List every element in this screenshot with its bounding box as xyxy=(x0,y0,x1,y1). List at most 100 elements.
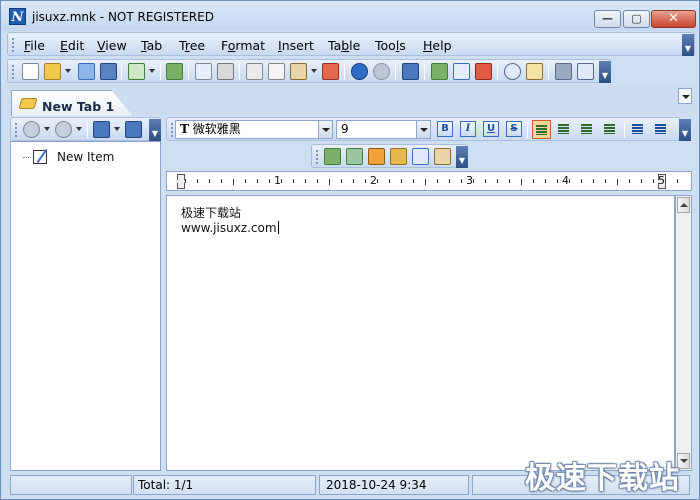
menu-file[interactable]: File xyxy=(24,38,45,53)
note-editor[interactable]: 极速下载站 www.jisuxz.com xyxy=(166,195,675,471)
maximize-button[interactable]: ▢ xyxy=(623,10,650,28)
align-right-icon xyxy=(581,124,592,134)
align-left-icon xyxy=(536,125,547,135)
properties-icon[interactable] xyxy=(577,63,594,80)
chevron-down-icon[interactable] xyxy=(318,121,332,138)
left-indent-marker[interactable] xyxy=(177,174,185,189)
print-preview-icon[interactable] xyxy=(195,63,212,80)
find-replace-icon[interactable] xyxy=(526,63,543,80)
tree-pane[interactable]: New Item xyxy=(10,141,161,471)
window-title: jisuxz.mnk - NOT REGISTERED xyxy=(32,10,214,24)
redo-icon[interactable] xyxy=(373,63,390,80)
new-file-icon[interactable] xyxy=(22,63,39,80)
app-icon: N xyxy=(9,8,26,25)
export-icon[interactable] xyxy=(128,63,145,80)
menu-tools[interactable]: Tools xyxy=(375,38,406,53)
italic-button[interactable]: I xyxy=(460,121,476,137)
menu-overflow-chevron[interactable]: ▼ xyxy=(682,34,694,56)
font-size-value: 9 xyxy=(341,122,349,136)
menu-table[interactable]: Table xyxy=(328,38,360,53)
undo-icon[interactable] xyxy=(351,63,368,80)
camera-icon[interactable] xyxy=(555,63,572,80)
close-button[interactable]: ✕ xyxy=(651,10,696,28)
insert-picture-icon[interactable] xyxy=(346,148,363,165)
insert-clipboard-icon[interactable] xyxy=(434,148,451,165)
forward-dropdown-icon[interactable] xyxy=(76,127,82,131)
scroll-up-button[interactable] xyxy=(677,197,690,213)
menu-edit[interactable]: Edit xyxy=(60,38,84,53)
font-size-select[interactable]: 9 xyxy=(336,120,431,139)
tree-toolbar-chevron[interactable]: ▼ xyxy=(149,119,161,141)
chevron-down-icon[interactable] xyxy=(416,121,430,138)
insert-toolbar-grip[interactable] xyxy=(316,150,318,164)
import-icon[interactable] xyxy=(166,63,183,80)
menu-insert[interactable]: Insert xyxy=(278,38,314,53)
tab-label: New Tab 1 xyxy=(42,99,115,114)
editor-scrollbar[interactable] xyxy=(675,195,692,471)
ruler-tick xyxy=(413,179,414,183)
print-icon[interactable] xyxy=(217,63,234,80)
menu-grip[interactable] xyxy=(12,38,14,52)
tree-toolbar-grip[interactable] xyxy=(15,123,17,137)
save-icon[interactable] xyxy=(100,63,117,80)
open-folder-icon[interactable] xyxy=(44,63,61,80)
bold-button[interactable]: B xyxy=(437,121,453,137)
open-dropdown-icon[interactable] xyxy=(65,69,71,73)
insert-list-icon[interactable] xyxy=(412,148,429,165)
ruler[interactable]: 1 2 3 4 5 xyxy=(166,171,692,191)
ruler-tick xyxy=(677,179,678,183)
insert-link-icon[interactable] xyxy=(324,148,341,165)
copy-icon[interactable] xyxy=(268,63,285,80)
back-icon[interactable] xyxy=(23,121,40,138)
tree-toolbar xyxy=(10,117,161,141)
ruler-number: 1 xyxy=(274,174,281,187)
menu-format[interactable]: Format xyxy=(221,38,265,53)
menu-tab[interactable]: Tab xyxy=(141,38,162,53)
toolbar-overflow-chevron[interactable]: ▼ xyxy=(599,61,611,83)
app-window: N jisuxz.mnk - NOT REGISTERED — ▢ ✕ File… xyxy=(0,0,700,500)
tab-new-tab-1[interactable]: New Tab 1 xyxy=(11,90,133,116)
delete-note-icon[interactable] xyxy=(475,63,492,80)
ruler-number: 4 xyxy=(562,174,569,187)
menu-view[interactable]: View xyxy=(97,38,127,53)
font-name-value: 微软雅黑 xyxy=(192,122,241,136)
back-dropdown-icon[interactable] xyxy=(44,127,50,131)
minimize-button[interactable]: — xyxy=(594,10,621,28)
search-icon[interactable] xyxy=(504,63,521,80)
insert-object-icon[interactable] xyxy=(390,148,407,165)
insert-toolbar-chevron[interactable]: ▼ xyxy=(456,146,468,168)
menu-tree[interactable]: Tree xyxy=(179,38,205,53)
bullet-list-button[interactable] xyxy=(629,120,648,139)
cut-icon[interactable] xyxy=(246,63,263,80)
menu-help[interactable]: Help xyxy=(423,38,452,53)
align-left-button[interactable] xyxy=(532,120,551,139)
format-toolbar-grip[interactable] xyxy=(171,123,173,137)
strikethrough-button[interactable]: S xyxy=(506,121,522,137)
add-note-icon[interactable] xyxy=(431,63,448,80)
add-child-dropdown-icon[interactable] xyxy=(114,127,120,131)
tree-item[interactable]: New Item xyxy=(11,148,160,166)
tab-list-dropdown[interactable] xyxy=(678,88,692,104)
justify-button[interactable] xyxy=(601,120,620,139)
numbered-list-button[interactable] xyxy=(652,120,671,139)
insert-special-icon[interactable] xyxy=(368,148,385,165)
ruler-tick xyxy=(653,179,654,183)
spellcheck-icon[interactable] xyxy=(322,63,339,80)
align-center-button[interactable] xyxy=(555,120,574,139)
font-name-select[interactable]: T 微软雅黑 xyxy=(175,120,333,139)
edit-note-icon[interactable] xyxy=(453,63,470,80)
tag-icon[interactable] xyxy=(78,63,95,80)
title-bar[interactable]: N jisuxz.mnk - NOT REGISTERED — ▢ ✕ xyxy=(1,1,699,31)
align-right-button[interactable] xyxy=(578,120,597,139)
tree-view-icon[interactable] xyxy=(402,63,419,80)
underline-button[interactable]: U xyxy=(483,121,499,137)
ruler-tick xyxy=(497,179,498,183)
paste-dropdown-icon[interactable] xyxy=(311,69,317,73)
forward-icon[interactable] xyxy=(55,121,72,138)
format-toolbar-chevron[interactable]: ▼ xyxy=(679,119,691,141)
paste-icon[interactable] xyxy=(290,63,307,80)
delete-item-icon[interactable] xyxy=(125,121,142,138)
toolbar-grip[interactable] xyxy=(12,65,14,79)
export-dropdown-icon[interactable] xyxy=(149,69,155,73)
add-child-icon[interactable] xyxy=(93,121,110,138)
